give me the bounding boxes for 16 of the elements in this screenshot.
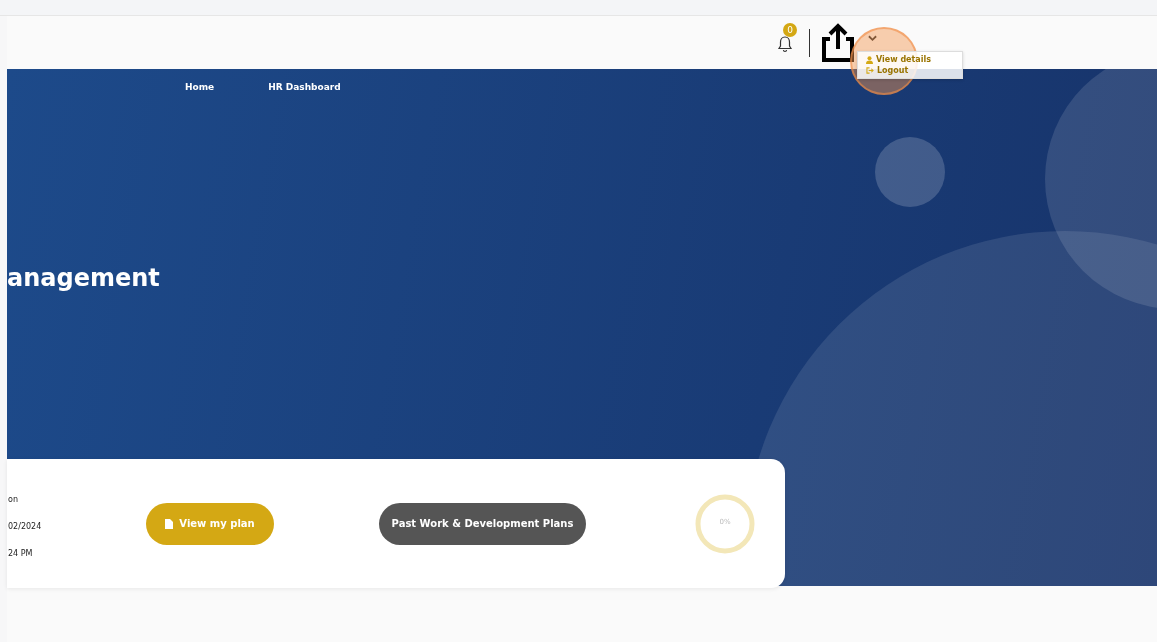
document-icon: [165, 518, 174, 529]
nav-link[interactable]: HR Dashboard: [268, 82, 341, 92]
logout-icon: [866, 67, 874, 74]
menu-item[interactable]: Logout: [858, 65, 962, 76]
hero-title: anagement: [7, 266, 161, 290]
info-text: 02/2024: [8, 522, 43, 531]
bell-icon[interactable]: [777, 34, 793, 53]
menu-item[interactable]: View details: [858, 54, 962, 65]
info-text: 24 PM: [8, 549, 34, 558]
caret-icon[interactable]: [868, 35, 877, 42]
share-icon[interactable]: [820, 22, 856, 63]
notification-badge: 0: [783, 22, 797, 37]
user-icon: [866, 55, 873, 64]
info-text: on: [8, 495, 19, 504]
nav-link[interactable]: Home: [185, 82, 215, 92]
past-plans-button[interactable]: Past Work & Development Plans: [379, 502, 586, 545]
